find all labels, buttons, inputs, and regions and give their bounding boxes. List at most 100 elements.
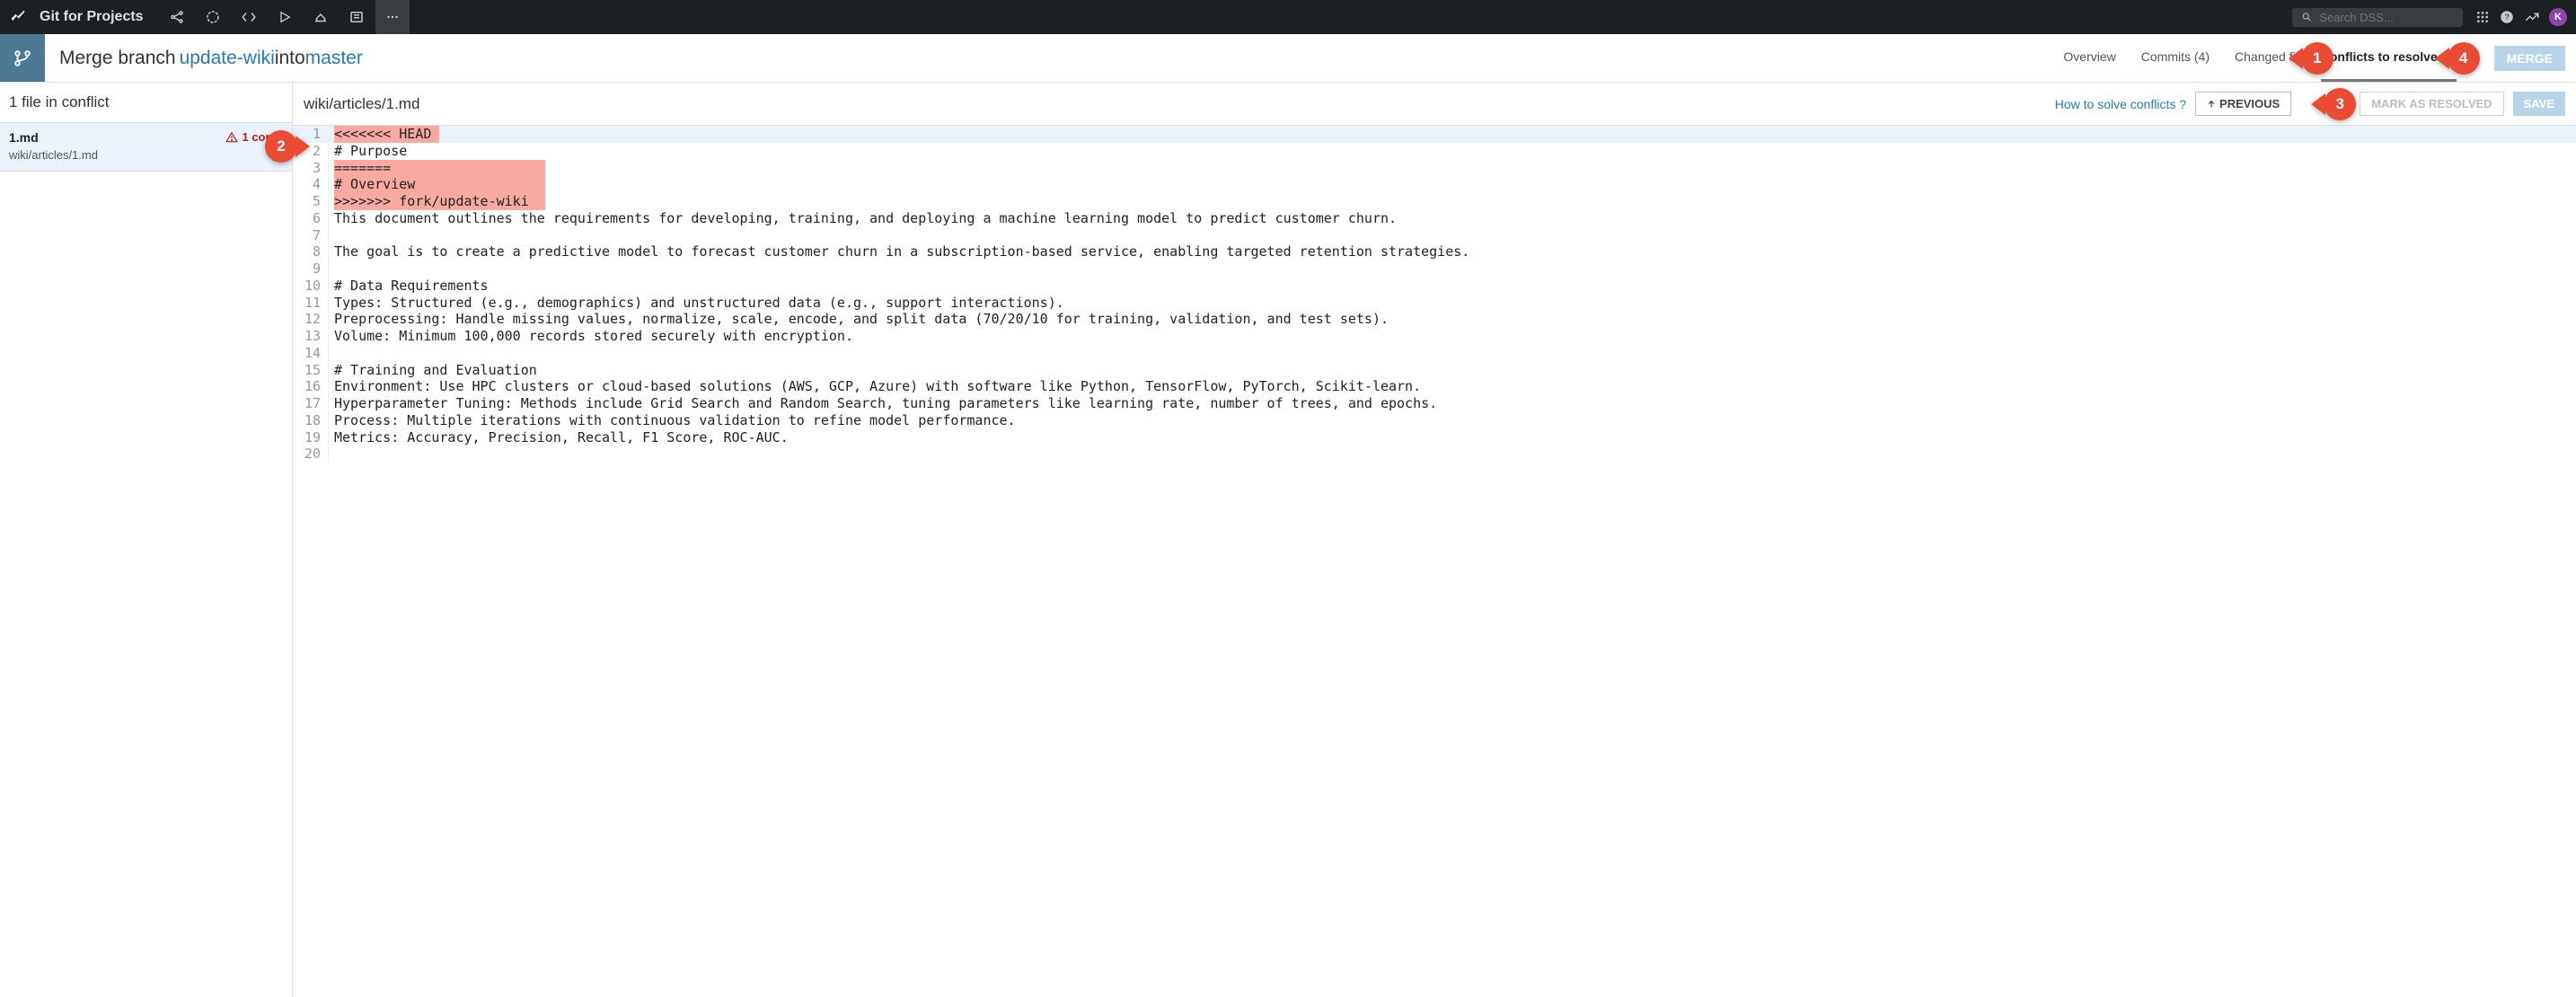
code-line[interactable]: 2# Purpose [293, 143, 2576, 160]
source-branch-link[interactable]: update-wiki [180, 48, 275, 69]
code-line[interactable]: 13 Volume: Minimum 100,000 records stored… [293, 328, 2576, 345]
code-line[interactable]: 20 [293, 446, 2576, 463]
tab-commits[interactable]: Commits (4) [2141, 34, 2210, 82]
code-text[interactable]: Hyperparameter Tuning: Methods include G… [334, 395, 1437, 411]
code-text[interactable]: Preprocessing: Handle missing values, no… [334, 311, 1389, 327]
code-text[interactable]: Environment: Use HPC clusters or cloud-b… [334, 378, 1421, 394]
arrow-up-icon [2207, 100, 2216, 109]
code-text-cell[interactable]: ======= [329, 160, 2576, 177]
conflict-marker-text[interactable]: # Overview [334, 176, 545, 193]
activity-icon[interactable] [2524, 9, 2540, 25]
code-line[interactable]: 19 Metrics: Accuracy, Precision, Recall, … [293, 429, 2576, 446]
code-text-cell[interactable]: # Purpose [329, 143, 2576, 160]
code-text-cell[interactable]: >>>>>>> fork/update-wiki [329, 193, 2576, 210]
sidebar-header: 1 file in conflict [0, 83, 292, 123]
code-editor[interactable]: 1<<<<<<< HEAD 2# Purpose3 ======= 4# Over… [293, 126, 2576, 997]
code-text[interactable]: # Training and Evaluation [334, 362, 537, 378]
nav-icon-group [160, 0, 410, 34]
merge-subheader: Merge branch update-wiki into master Ove… [0, 34, 2576, 83]
code-line[interactable]: 12Preprocessing: Handle missing values, … [293, 311, 2576, 328]
conflict-file-entry[interactable]: 1.md wiki/articles/1.md 1 confli [0, 123, 292, 172]
code-line[interactable]: 3 ======= [293, 160, 2576, 177]
svg-text:?: ? [2504, 13, 2509, 22]
code-text-cell[interactable] [329, 260, 2576, 278]
code-line[interactable]: 10# Data Requirements [293, 278, 2576, 295]
line-number: 14 [293, 345, 329, 362]
project-title[interactable]: Git for Projects [40, 9, 144, 25]
editor-file-path: wiki/articles/1.md [304, 95, 419, 113]
play-icon[interactable] [268, 0, 302, 34]
code-text-cell[interactable]: Volume: Minimum 100,000 records stored s… [329, 328, 2576, 345]
code-text[interactable]: Metrics: Accuracy, Precision, Recall, F1… [334, 429, 789, 446]
code-text[interactable]: # Purpose [334, 143, 407, 159]
code-line[interactable]: 16Environment: Use HPC clusters or cloud… [293, 378, 2576, 395]
code-text-cell[interactable]: Environment: Use HPC clusters or cloud-b… [329, 378, 2576, 395]
help-link[interactable]: How to solve conflicts ? [2055, 97, 2186, 111]
code-text[interactable]: Volume: Minimum 100,000 records stored s… [334, 328, 853, 344]
code-line[interactable]: 6This document outlines the requirements… [293, 210, 2576, 227]
code-text-cell[interactable]: # Data Requirements [329, 278, 2576, 295]
code-line[interactable]: 4# Overview [293, 176, 2576, 193]
code-text-cell[interactable]: Preprocessing: Handle missing values, no… [329, 311, 2576, 328]
search-box[interactable] [2292, 8, 2463, 27]
code-icon[interactable] [232, 0, 266, 34]
code-line[interactable]: 1<<<<<<< HEAD [293, 126, 2576, 143]
code-line[interactable]: 14 [293, 345, 2576, 362]
code-text[interactable]: # Data Requirements [334, 278, 489, 294]
code-text[interactable]: This document outlines the requirements … [334, 210, 1397, 226]
code-line[interactable]: 18 Process: Multiple iterations with cont… [293, 412, 2576, 429]
annotation-1: 1 [2301, 42, 2333, 75]
code-text[interactable]: The goal is to create a predictive model… [334, 243, 1469, 260]
help-icon[interactable]: ? [2499, 9, 2515, 25]
code-line[interactable]: 5>>>>>>> fork/update-wiki [293, 193, 2576, 210]
save-button[interactable]: SAVE [2513, 92, 2565, 116]
code-line[interactable]: 9 [293, 260, 2576, 278]
line-number: 3 [293, 160, 329, 177]
code-text[interactable]: Process: Multiple iterations with contin… [334, 412, 1016, 428]
code-text-cell[interactable] [329, 227, 2576, 244]
line-number: 18 [293, 412, 329, 429]
apps-icon[interactable] [2475, 10, 2490, 24]
mark-resolved-button[interactable]: MARK AS RESOLVED [2360, 92, 2503, 116]
code-text-cell[interactable] [329, 345, 2576, 362]
code-text[interactable]: Types: Structured (e.g., demographics) a… [334, 295, 1064, 311]
code-line[interactable]: 17 Hyperparameter Tuning: Methods include… [293, 395, 2576, 412]
line-number: 17 [293, 395, 329, 412]
code-line[interactable]: 11 Types: Structured (e.g., demographics)… [293, 295, 2576, 312]
line-number: 8 [293, 243, 329, 260]
dataiku-bird-icon[interactable] [9, 8, 27, 26]
flow-icon[interactable] [196, 0, 230, 34]
code-text-cell[interactable]: This document outlines the requirements … [329, 210, 2576, 227]
code-text-cell[interactable]: # Overview [329, 176, 2576, 193]
avatar[interactable]: K [2549, 8, 2567, 26]
tab-changed-files[interactable]: Changed fi [2235, 34, 2296, 82]
share-icon[interactable] [160, 0, 194, 34]
merge-button[interactable]: MERGE [2494, 46, 2565, 71]
code-text-cell[interactable]: <<<<<<< HEAD [329, 126, 2576, 143]
target-branch-link[interactable]: master [305, 48, 363, 69]
conflict-marker-text[interactable]: ======= [334, 160, 545, 177]
line-number: 13 [293, 328, 329, 345]
code-line[interactable]: 7 [293, 227, 2576, 244]
code-text-cell[interactable]: Hyperparameter Tuning: Methods include G… [329, 395, 2576, 412]
tab-overview[interactable]: Overview [2063, 34, 2115, 82]
search-input[interactable] [2319, 11, 2454, 24]
conflict-marker-text[interactable]: <<<<<<< HEAD [334, 126, 439, 143]
deploy-icon[interactable] [304, 0, 338, 34]
conflict-marker-text[interactable]: >>>>>>> fork/update-wiki [334, 193, 545, 210]
more-icon[interactable] [375, 0, 410, 34]
annotation-3: 3 [2324, 88, 2356, 120]
code-text-cell[interactable]: Process: Multiple iterations with contin… [329, 412, 2576, 429]
code-text-cell[interactable]: Metrics: Accuracy, Precision, Recall, F1… [329, 429, 2576, 446]
line-number: 19 [293, 429, 329, 446]
previous-button[interactable]: PREVIOUS [2195, 92, 2291, 116]
code-text-cell[interactable]: # Training and Evaluation [329, 362, 2576, 379]
topbar: Git for Projects ? K [0, 0, 2576, 34]
code-line[interactable]: 15# Training and Evaluation [293, 362, 2576, 379]
wiki-icon[interactable] [340, 0, 374, 34]
code-line[interactable]: 8 The goal is to create a predictive mode… [293, 243, 2576, 260]
code-text-cell[interactable] [329, 446, 2576, 463]
code-text-cell[interactable]: The goal is to create a predictive model… [329, 243, 2576, 260]
line-number: 11 [293, 295, 329, 312]
code-text-cell[interactable]: Types: Structured (e.g., demographics) a… [329, 295, 2576, 312]
